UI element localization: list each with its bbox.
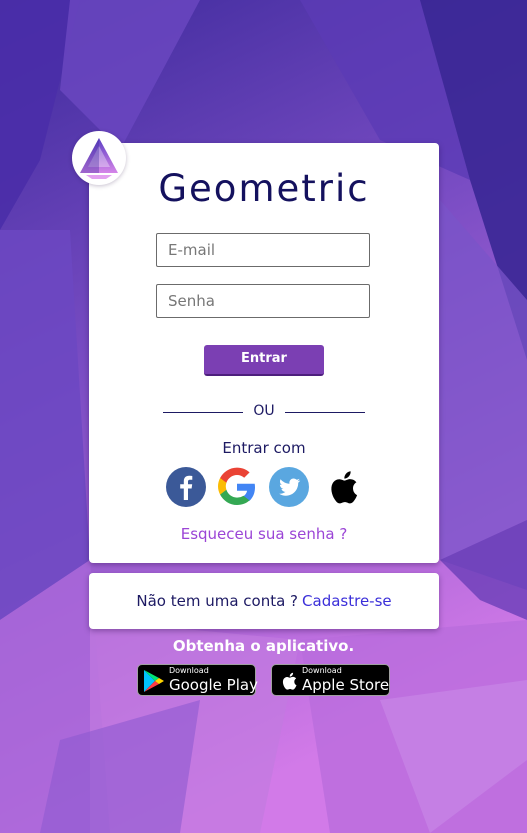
google-play-small-text: Download: [169, 666, 209, 675]
password-field[interactable]: [156, 284, 370, 318]
facebook-icon: [166, 467, 206, 507]
apple-store-badge[interactable]: Download Apple Store: [271, 664, 390, 696]
twitter-login-button[interactable]: [269, 467, 309, 507]
forgot-password-link[interactable]: Esqueceu sua senha ?: [89, 525, 439, 543]
login-button[interactable]: Entrar: [204, 345, 324, 376]
signup-link[interactable]: Cadastre-se: [302, 592, 392, 610]
signup-card: Não tem uma conta ? Cadastre-se: [89, 573, 439, 629]
google-play-icon: [144, 670, 164, 692]
apple-store-small-text: Download: [302, 666, 342, 675]
geometric-logo-icon: [80, 138, 118, 179]
signup-prompt: Não tem uma conta ?: [136, 592, 299, 610]
apple-store-icon: [282, 672, 297, 690]
divider-line-right: [285, 412, 365, 413]
login-card: Geometric Entrar OU Entrar com: [89, 143, 439, 563]
google-play-badge[interactable]: Download Google Play: [137, 664, 258, 696]
google-play-label: Google Play: [169, 676, 258, 694]
google-icon: [218, 467, 255, 505]
divider-or: OU: [253, 403, 275, 419]
google-login-button[interactable]: [217, 467, 257, 507]
facebook-login-button[interactable]: [166, 467, 206, 507]
social-login-label: Entrar com: [222, 439, 306, 457]
logo: [72, 131, 126, 185]
email-field[interactable]: [156, 233, 370, 267]
brand-title: Geometric: [158, 167, 370, 210]
twitter-icon: [269, 467, 309, 507]
apple-login-button[interactable]: [321, 467, 361, 507]
apple-store-label: Apple Store: [302, 676, 390, 694]
apple-icon: [331, 471, 358, 504]
get-app-heading: Obtenha o aplicativo.: [172, 637, 355, 655]
